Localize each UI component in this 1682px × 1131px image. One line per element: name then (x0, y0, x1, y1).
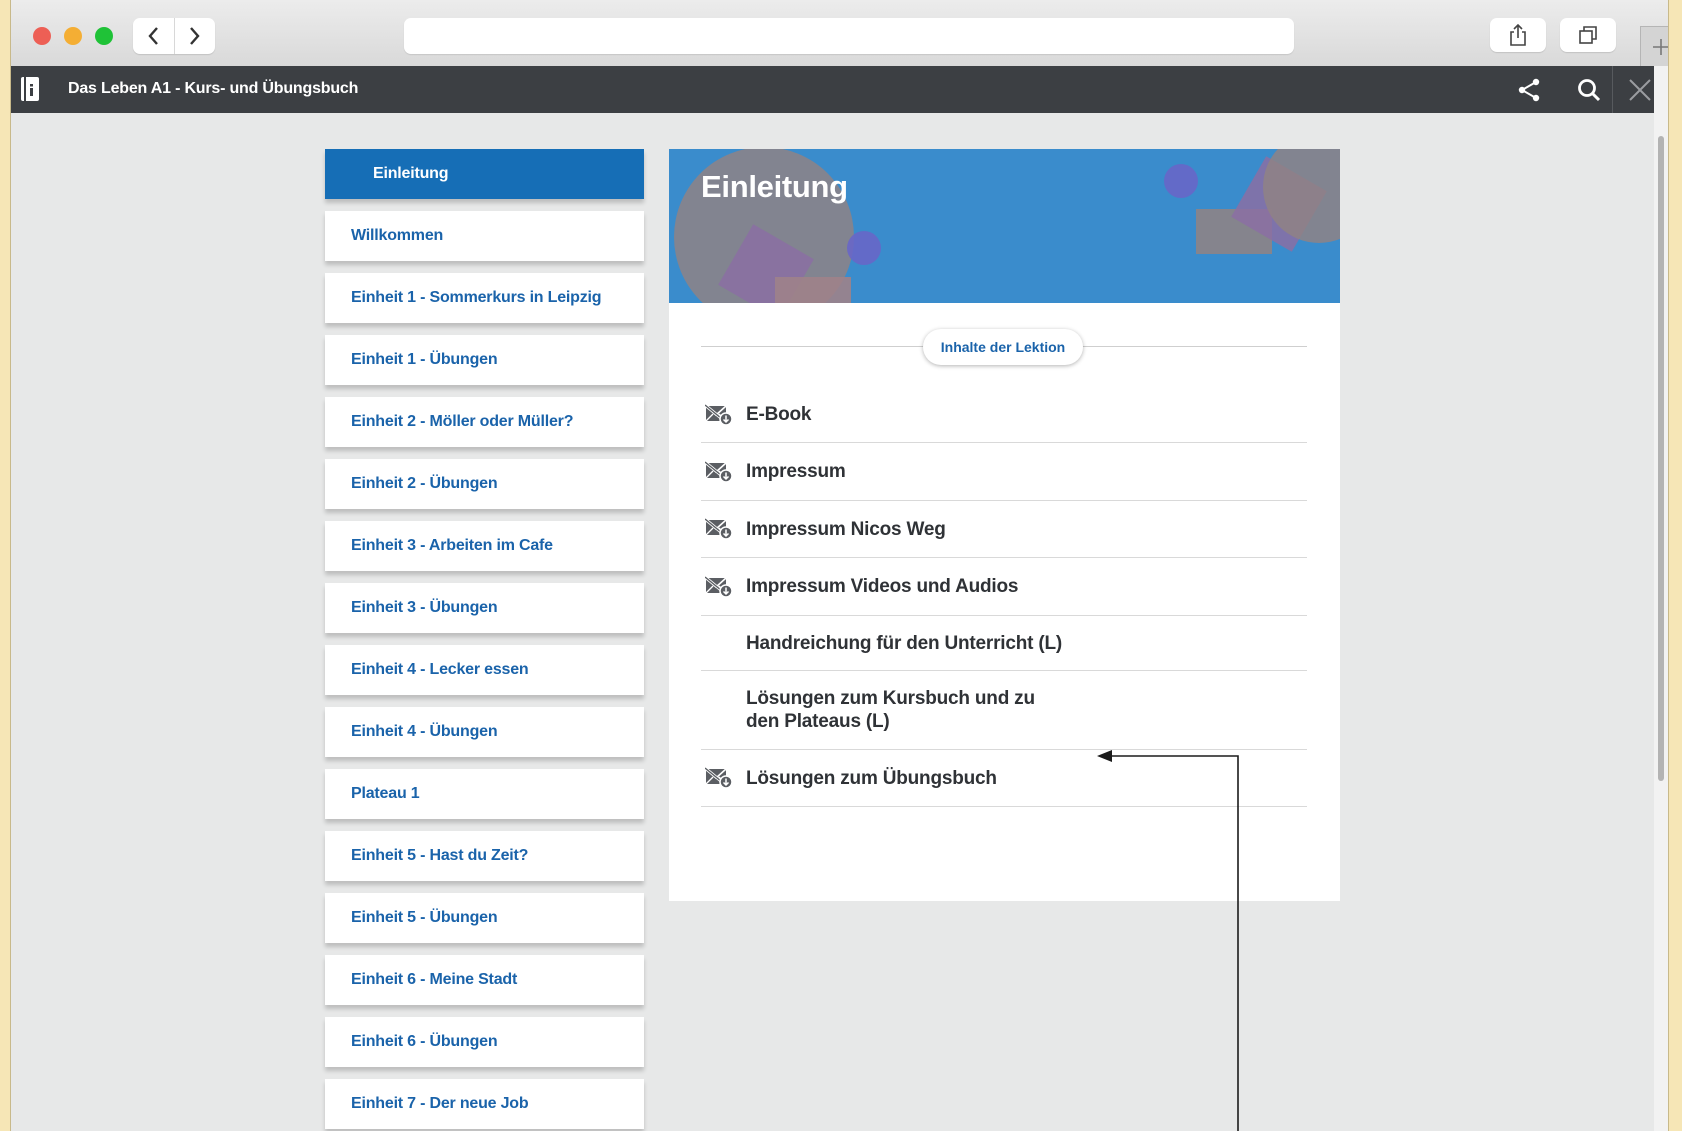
back-button[interactable] (133, 18, 175, 54)
tabs-icon (1579, 26, 1597, 44)
history-nav (133, 18, 215, 54)
sidebar-item[interactable]: Einheit 1 - Übungen (325, 335, 644, 385)
content-item-label: E-Book (746, 404, 812, 425)
sidebar-item[interactable]: Willkommen (325, 211, 644, 261)
close-icon (1629, 79, 1651, 101)
sidebar-item[interactable]: Einheit 5 - Übungen (325, 893, 644, 943)
plus-icon (1653, 39, 1668, 55)
chevron-left-icon (148, 27, 159, 45)
browser-share-button[interactable] (1490, 18, 1546, 52)
share-icon (1518, 78, 1540, 102)
forward-button[interactable] (175, 18, 216, 54)
sidebar-item[interactable]: Einheit 6 - Übungen (325, 1017, 644, 1067)
sidebar-item[interactable]: Einheit 2 - Möller oder Müller? (325, 397, 644, 447)
offline-download-icon[interactable] (705, 767, 733, 789)
contents-list: E-Book Impressum Impressum Nicos Weg Impres… (701, 387, 1307, 807)
app-header: Das Leben A1 - Kurs- und Übungsbuch (11, 66, 1668, 113)
close-window-button[interactable] (33, 27, 51, 45)
show-tabs-button[interactable] (1560, 18, 1616, 52)
content-item[interactable]: Lösungen zum Kursbuch und zu den Plateau… (701, 671, 1307, 750)
zoom-window-button[interactable] (95, 27, 113, 45)
content-item-label: Lösungen zum Übungsbuch (746, 767, 997, 789)
header-divider (1612, 66, 1613, 113)
chevron-right-icon (189, 27, 200, 45)
content-item-label: Impressum (746, 461, 846, 482)
content-item[interactable]: Impressum Nicos Weg (701, 501, 1307, 558)
sidebar-item[interactable]: Einheit 1 - Sommerkurs in Leipzig (325, 273, 644, 323)
offline-download-icon[interactable] (705, 403, 733, 426)
sidebar-item[interactable]: Einheit 7 - Der neue Job (325, 1079, 644, 1129)
book-title: Das Leben A1 - Kurs- und Übungsbuch (68, 80, 359, 97)
content-item-label: Impressum Videos und Audios (746, 576, 1019, 597)
lesson-panel: Einleitung Inhalte der Lektion E-Book Imp… (669, 149, 1340, 901)
sidebar-item[interactable]: Einheit 3 - Arbeiten im Cafe (325, 521, 644, 571)
sidebar-item[interactable]: Einheit 3 - Übungen (325, 583, 644, 633)
content-item-label: Handreichung für den Unterricht (L) (746, 632, 1063, 654)
sidebar-item[interactable]: Einheit 5 - Hast du Zeit? (325, 831, 644, 881)
lesson-banner: Einleitung (669, 149, 1340, 303)
browser-window: Das Leben A1 - Kurs- und Übungsbuch Einl… (11, 0, 1668, 1131)
content-item[interactable]: Lösungen zum Übungsbuch (701, 750, 1307, 807)
offline-download-icon[interactable] (705, 575, 733, 598)
content-item[interactable]: E-Book (701, 387, 1307, 443)
content-item[interactable]: Handreichung für den Unterricht (L) (701, 616, 1307, 671)
content-item-label: Lösungen zum Kursbuch und zu den Plateau… (746, 688, 1035, 732)
scrollbar-thumb[interactable] (1658, 136, 1664, 781)
search-icon (1578, 79, 1601, 102)
search-button[interactable] (1574, 75, 1604, 105)
content-item[interactable]: Impressum Videos und Audios (701, 558, 1307, 616)
sidebar-item[interactable]: Plateau 1 (325, 769, 644, 819)
content-item-label: Impressum Nicos Weg (746, 518, 946, 540)
browser-toolbar (11, 0, 1668, 68)
close-button[interactable] (1625, 75, 1655, 105)
book-icon[interactable] (19, 75, 41, 108)
share-button[interactable] (1514, 75, 1544, 105)
sidebar-item[interactable]: Einheit 6 - Meine Stadt (325, 955, 644, 1005)
section-label: Inhalte der Lektion (923, 329, 1083, 365)
offline-download-icon[interactable] (705, 518, 733, 540)
address-bar[interactable] (404, 18, 1294, 54)
offline-download-icon[interactable] (705, 460, 733, 483)
sidebar-item[interactable]: Einheit 4 - Übungen (325, 707, 644, 757)
sidebar-item[interactable]: Einleitung (325, 149, 644, 199)
sidebar-item[interactable]: Einheit 2 - Übungen (325, 459, 644, 509)
content-item[interactable]: Impressum (701, 443, 1307, 501)
minimize-window-button[interactable] (64, 27, 82, 45)
scrollbar[interactable] (1654, 66, 1668, 1131)
lesson-sidebar: Einleitung Willkommen Einheit 1 - Sommerku… (325, 149, 644, 1131)
share-box-icon (1510, 23, 1526, 46)
lesson-title: Einleitung (701, 169, 848, 204)
sidebar-item[interactable]: Einheit 4 - Lecker essen (325, 645, 644, 695)
new-tab-button[interactable] (1640, 26, 1668, 68)
